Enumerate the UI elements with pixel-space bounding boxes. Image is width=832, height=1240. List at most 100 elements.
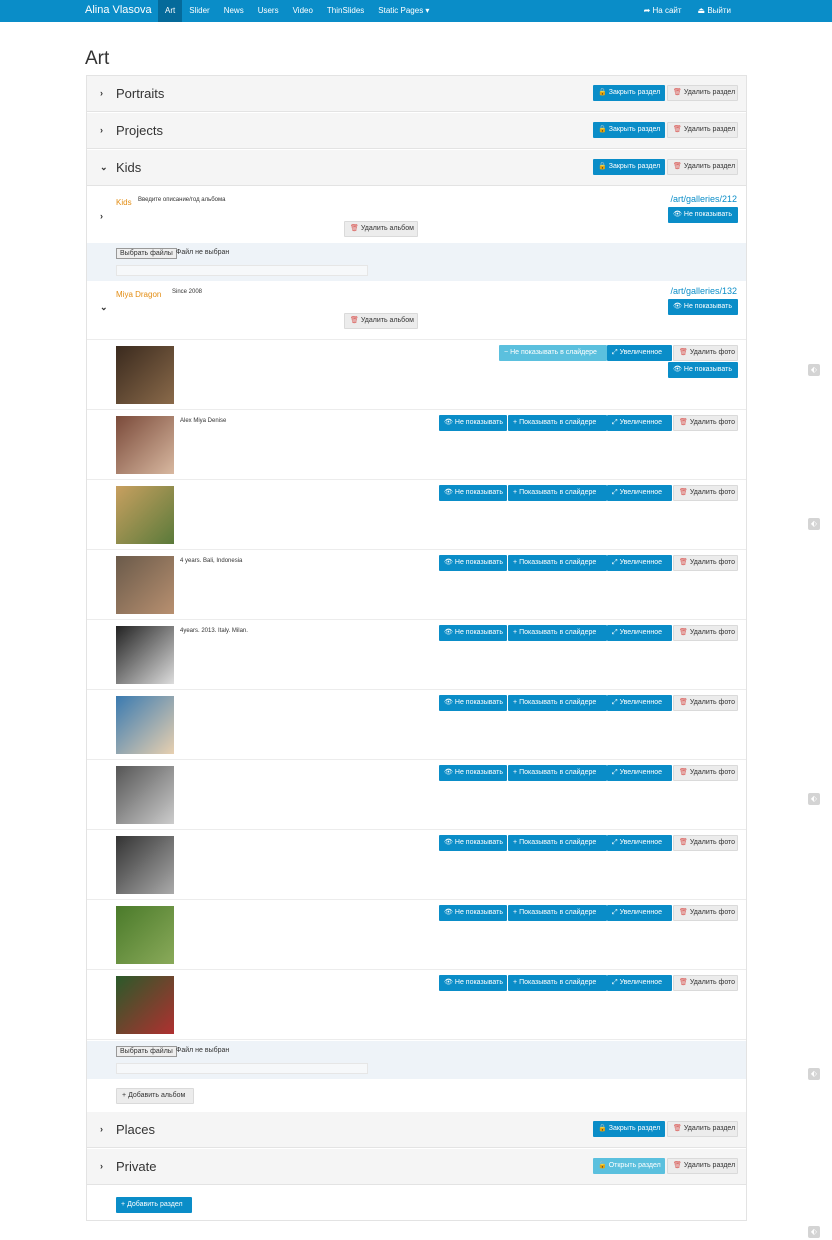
show-in-slider-button[interactable]: + Показывать в слайдере xyxy=(508,625,607,641)
album-hide-button[interactable]: 👁 Не показывать xyxy=(668,207,738,223)
delete-section-button[interactable]: 🗑 Удалить раздел xyxy=(667,159,738,175)
chevron-icon[interactable]: ⌄ xyxy=(100,162,108,173)
album-link[interactable]: /art/galleries/132 xyxy=(670,286,737,296)
album-hide-button[interactable]: 👁 Не показывать xyxy=(668,299,738,315)
delete-photo-button[interactable]: 🗑 Удалить фото xyxy=(673,415,738,431)
delete-photo-button[interactable]: 🗑 Удалить фото xyxy=(673,485,738,501)
show-in-slider-button[interactable]: + Показывать в слайдере xyxy=(508,975,607,991)
photo-thumbnail[interactable] xyxy=(116,906,174,964)
photo-thumbnail[interactable] xyxy=(116,416,174,474)
delete-section-button[interactable]: 🗑 Удалить раздел xyxy=(667,1121,738,1137)
brand[interactable]: Alina Vlasova xyxy=(85,4,152,16)
choose-files-button[interactable]: Выбрать файлы xyxy=(116,248,177,259)
show-in-slider-button[interactable]: + Показывать в слайдере xyxy=(508,835,607,851)
delete-photo-button[interactable]: 🗑 Удалить фото xyxy=(673,625,738,641)
close-section-button[interactable]: 🔒 Закрыть раздел xyxy=(593,85,665,101)
tag-icon[interactable]: ⬖ xyxy=(808,518,820,530)
section-title[interactable]: Private xyxy=(116,1159,156,1174)
nav-item-slider[interactable]: Slider xyxy=(182,0,216,22)
show-in-slider-button[interactable]: + Показывать в слайдере xyxy=(508,905,607,921)
delete-section-button[interactable]: 🗑 Удалить раздел xyxy=(667,85,738,101)
album-name[interactable]: Kids xyxy=(116,198,132,207)
show-in-slider-button[interactable]: + Показывать в слайдере xyxy=(508,765,607,781)
show-in-slider-button[interactable]: + Показывать в слайдере xyxy=(508,555,607,571)
photo-thumbnail[interactable] xyxy=(116,346,174,404)
delete-photo-button[interactable]: 🗑 Удалить фото xyxy=(673,555,738,571)
chevron-icon[interactable]: › xyxy=(100,88,103,98)
delete-section-button[interactable]: 🗑 Удалить раздел xyxy=(667,122,738,138)
nav-item-thinslides[interactable]: ThinSlides xyxy=(320,0,371,22)
photo-thumbnail[interactable] xyxy=(116,766,174,824)
tag-icon[interactable]: ⬖ xyxy=(808,793,820,805)
to-site-link[interactable]: ➦ На сайт xyxy=(636,0,690,22)
enlarged-button[interactable]: ⤢ Увеличенное xyxy=(607,765,672,781)
chevron-icon[interactable]: › xyxy=(100,125,103,135)
delete-photo-button[interactable]: 🗑 Удалить фото xyxy=(673,765,738,781)
nav-item-users[interactable]: Users xyxy=(251,0,286,22)
delete-photo-button[interactable]: 🗑 Удалить фото xyxy=(673,695,738,711)
album-name[interactable]: Miya Dragon xyxy=(116,290,161,299)
enlarged-button[interactable]: ⤢ Увеличенное xyxy=(607,345,672,361)
delete-album-button[interactable]: 🗑 Удалить альбом xyxy=(344,221,418,237)
album-link[interactable]: /art/galleries/212 xyxy=(670,194,737,204)
delete-photo-button[interactable]: 🗑 Удалить фото xyxy=(673,975,738,991)
photo-thumbnail[interactable] xyxy=(116,836,174,894)
enlarged-button[interactable]: ⤢ Увеличенное xyxy=(607,415,672,431)
section-title[interactable]: Portraits xyxy=(116,86,164,101)
enlarged-button[interactable]: ⤢ Увеличенное xyxy=(607,975,672,991)
add-section-button[interactable]: + Добавить раздел xyxy=(116,1197,192,1213)
chevron-icon[interactable]: › xyxy=(100,1124,103,1134)
enlarged-button[interactable]: ⤢ Увеличенное xyxy=(607,905,672,921)
album-chevron-icon[interactable]: ⌄ xyxy=(100,302,108,313)
photo-hide-button[interactable]: 👁 Не показывать xyxy=(439,905,507,921)
album-description[interactable]: Since 2008 xyxy=(172,289,202,295)
logout-link[interactable]: ⏏ Выйти xyxy=(690,0,739,22)
delete-photo-button[interactable]: 🗑 Удалить фото xyxy=(673,835,738,851)
tag-icon[interactable]: ⬖ xyxy=(808,364,820,376)
photo-hide-button[interactable]: 👁 Не показывать xyxy=(439,415,507,431)
section-title[interactable]: Places xyxy=(116,1122,155,1137)
close-section-button[interactable]: 🔒 Закрыть раздел xyxy=(593,159,665,175)
delete-photo-button[interactable]: 🗑 Удалить фото xyxy=(673,345,738,361)
hide-in-slider-button[interactable]: − Не показывать в слайдере xyxy=(499,345,607,361)
photo-thumbnail[interactable] xyxy=(116,486,174,544)
album-chevron-icon[interactable]: › xyxy=(100,211,103,221)
close-section-button[interactable]: 🔒 Закрыть раздел xyxy=(593,1121,665,1137)
photo-thumbnail[interactable] xyxy=(116,976,174,1034)
photo-thumbnail[interactable] xyxy=(116,626,174,684)
delete-section-button[interactable]: 🗑 Удалить раздел xyxy=(667,1158,738,1174)
photo-hide-button[interactable]: 👁 Не показывать xyxy=(668,362,738,378)
enlarged-button[interactable]: ⤢ Увеличенное xyxy=(607,485,672,501)
album-description[interactable]: Введите описание/год альбома xyxy=(138,197,225,203)
tag-icon[interactable]: ⬖ xyxy=(808,1226,820,1238)
show-in-slider-button[interactable]: + Показывать в слайдере xyxy=(508,415,607,431)
photo-thumbnail[interactable] xyxy=(116,696,174,754)
delete-photo-button[interactable]: 🗑 Удалить фото xyxy=(673,905,738,921)
nav-item-art[interactable]: Art xyxy=(158,0,183,22)
tag-icon[interactable]: ⬖ xyxy=(808,1068,820,1080)
enlarged-button[interactable]: ⤢ Увеличенное xyxy=(607,625,672,641)
show-in-slider-button[interactable]: + Показывать в слайдере xyxy=(508,695,607,711)
open-section-button[interactable]: 🔓 Открыть раздел xyxy=(593,1158,665,1174)
nav-item-news[interactable]: News xyxy=(217,0,251,22)
photo-thumbnail[interactable] xyxy=(116,556,174,614)
photo-hide-button[interactable]: 👁 Не показывать xyxy=(439,695,507,711)
photo-hide-button[interactable]: 👁 Не показывать xyxy=(439,765,507,781)
enlarged-button[interactable]: ⤢ Увеличенное xyxy=(607,695,672,711)
choose-files-button[interactable]: Выбрать файлы xyxy=(116,1046,177,1057)
chevron-icon[interactable]: › xyxy=(100,1161,103,1171)
add-album-button[interactable]: + Добавить альбом xyxy=(116,1088,194,1104)
section-title[interactable]: Kids xyxy=(116,160,141,175)
photo-hide-button[interactable]: 👁 Не показывать xyxy=(439,975,507,991)
photo-hide-button[interactable]: 👁 Не показывать xyxy=(439,835,507,851)
nav-item-static-pages[interactable]: Static Pages ▾ xyxy=(371,0,436,22)
close-section-button[interactable]: 🔒 Закрыть раздел xyxy=(593,122,665,138)
delete-album-button[interactable]: 🗑 Удалить альбом xyxy=(344,313,418,329)
photo-hide-button[interactable]: 👁 Не показывать xyxy=(439,625,507,641)
enlarged-button[interactable]: ⤢ Увеличенное xyxy=(607,555,672,571)
photo-hide-button[interactable]: 👁 Не показывать xyxy=(439,485,507,501)
enlarged-button[interactable]: ⤢ Увеличенное xyxy=(607,835,672,851)
photo-hide-button[interactable]: 👁 Не показывать xyxy=(439,555,507,571)
nav-item-video[interactable]: Video xyxy=(286,0,320,22)
show-in-slider-button[interactable]: + Показывать в слайдере xyxy=(508,485,607,501)
